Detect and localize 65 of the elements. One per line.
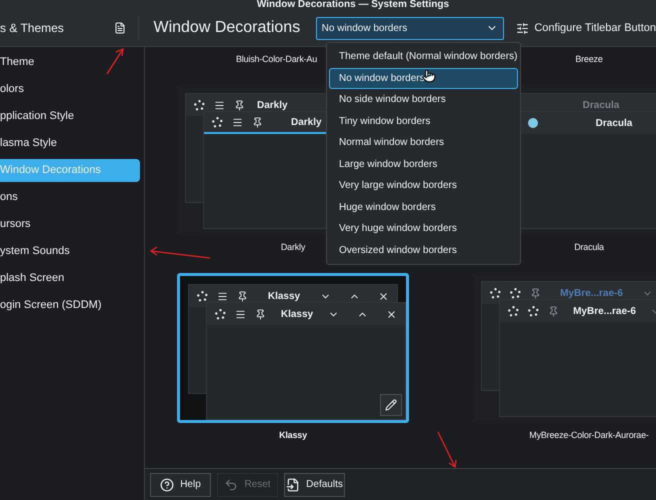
undo-icon (224, 478, 238, 492)
annotation-arrow (437, 432, 457, 468)
window-title: Klassy (266, 290, 302, 304)
sidebar-item[interactable]: Theme (0, 51, 140, 74)
menu-item[interactable]: No window borders (329, 68, 518, 89)
dotted-circle-icon (528, 306, 539, 316)
annotation-arrow (106, 48, 124, 74)
menu-icon (214, 100, 225, 110)
document-icon[interactable] (114, 21, 126, 35)
footer-button[interactable]: Defaults (284, 472, 345, 496)
border-size-dropdown[interactable]: No window borders (316, 16, 504, 40)
annotation-arrow (150, 246, 210, 259)
dotted-circle-icon (197, 290, 208, 302)
window-title: MyBre...rae-6 (559, 286, 624, 300)
menu-icon (217, 290, 228, 302)
window-title: MyBre...rae-6 (572, 304, 637, 318)
sidebar-item[interactable]: ystem Sounds (0, 240, 140, 263)
menu-icon (235, 308, 246, 320)
dotted-circle-icon (508, 306, 519, 316)
pin-icon (530, 288, 541, 298)
close-icon (386, 308, 397, 320)
window-title: Darkly (291, 116, 322, 130)
window-title: Klassy (280, 308, 314, 322)
dotted-circle-icon (510, 288, 521, 298)
menu-item[interactable]: Oversized window borders (329, 240, 518, 261)
pin-icon (252, 116, 263, 128)
dotted-circle-icon (215, 308, 226, 320)
circle-button-icon (528, 118, 538, 128)
sidebar-item[interactable]: pplication Style (0, 105, 140, 128)
theme-name: MyBreeze-Color-Dark-Aurorae- (529, 429, 649, 442)
window-title: Dracula (594, 116, 634, 130)
window-title: Window Decorations — System Settings (256, 0, 450, 10)
edit-button[interactable] (380, 394, 402, 416)
pin-icon (255, 308, 266, 320)
sidebar-item[interactable]: ogin Screen (SDDM) (0, 294, 140, 317)
theme-name: Dracula (574, 241, 604, 254)
help-icon (160, 478, 174, 492)
pin-icon (234, 100, 245, 110)
menu-item[interactable]: Theme default (Normal window borders) (329, 46, 518, 68)
configure-titlebar-buttons-button[interactable]: Configure Titlebar Button (516, 20, 656, 36)
sidebar-item[interactable]: ursors (0, 213, 140, 236)
page-title: Window Decorations (153, 18, 302, 38)
dotted-circle-icon (490, 288, 501, 298)
theme-preview[interactable]: Klassy Klassy (177, 273, 409, 423)
sliders-icon (516, 22, 530, 34)
pin-icon (548, 306, 559, 316)
menu-icon (232, 116, 243, 128)
sidebar-item[interactable]: olors (0, 78, 140, 101)
defaults-icon (286, 478, 300, 492)
sidebar-header: s & Themes (0, 20, 64, 37)
sidebar-item[interactable]: lasma Style (0, 132, 140, 155)
close-icon (378, 290, 389, 302)
window-title: Dracula (582, 98, 620, 112)
theme-name: Bluish-Color-Dark-Au (236, 53, 318, 66)
footer-button[interactable]: Help (150, 472, 211, 496)
dotted-circle-icon (194, 100, 205, 110)
sidebar-item[interactable]: ons (0, 186, 140, 209)
theme-name: Breeze (575, 53, 603, 66)
dotted-circle-icon (212, 116, 223, 128)
pin-icon (237, 290, 248, 302)
theme-name: Klassy (279, 429, 307, 442)
sidebar-item[interactable]: plash Screen (0, 267, 140, 290)
theme-name: Darkly (280, 241, 306, 254)
pencil-icon (385, 399, 397, 411)
window-title: Darkly (257, 98, 288, 112)
